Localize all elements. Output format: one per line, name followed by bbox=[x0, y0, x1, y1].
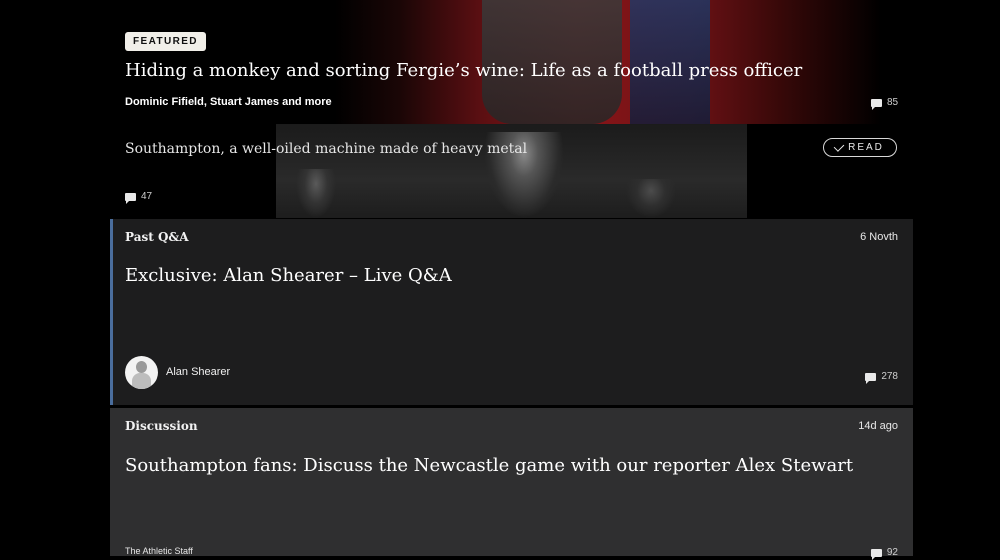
comment-icon bbox=[125, 192, 136, 204]
discussion-card-label: Discussion bbox=[125, 419, 198, 433]
photo-player-left bbox=[296, 169, 336, 218]
comment-icon bbox=[865, 372, 877, 384]
article-comment-count-value: 47 bbox=[141, 191, 153, 202]
avatar[interactable] bbox=[125, 356, 158, 389]
discussion-card-date: 14d ago bbox=[858, 420, 898, 432]
article-comment-count[interactable]: 47 bbox=[125, 191, 153, 204]
read-button-label: READ bbox=[848, 142, 884, 153]
qa-card[interactable]: Past Q&A 6 Novth Exclusive: Alan Shearer… bbox=[110, 219, 913, 405]
discussion-card[interactable]: Discussion 14d ago Southampton fans: Dis… bbox=[110, 408, 913, 560]
qa-card-comment-count[interactable]: 278 bbox=[865, 371, 898, 384]
check-icon bbox=[833, 140, 845, 152]
article-photo[interactable] bbox=[276, 124, 747, 218]
discussion-card-author[interactable]: The Athletic Staff bbox=[125, 546, 193, 556]
qa-card-comment-count-value: 278 bbox=[881, 371, 898, 382]
featured-article-title[interactable]: Hiding a monkey and sorting Fergie’s win… bbox=[125, 60, 802, 81]
qa-card-label: Past Q&A bbox=[125, 230, 189, 244]
qa-card-title[interactable]: Exclusive: Alan Shearer – Live Q&A bbox=[125, 265, 452, 286]
article-title[interactable]: Southampton, a well-oiled machine made o… bbox=[125, 141, 527, 157]
featured-authors[interactable]: Dominic Fifield, Stuart James and more bbox=[125, 96, 332, 108]
qa-card-author[interactable]: Alan Shearer bbox=[166, 366, 230, 378]
discussion-card-comment-count-value: 92 bbox=[886, 547, 898, 558]
qa-card-date: 6 Novth bbox=[860, 231, 898, 243]
comment-icon bbox=[871, 98, 882, 110]
photo-player-right bbox=[626, 179, 676, 218]
discussion-card-title[interactable]: Southampton fans: Discuss the Newcastle … bbox=[125, 455, 853, 476]
featured-comment-count[interactable]: 85 bbox=[871, 97, 899, 110]
comment-icon bbox=[870, 548, 882, 560]
read-button[interactable]: READ bbox=[823, 138, 897, 157]
featured-badge: FEATURED bbox=[125, 32, 206, 51]
discussion-card-comment-count[interactable]: 92 bbox=[870, 547, 898, 560]
featured-comment-count-value: 85 bbox=[887, 97, 899, 108]
